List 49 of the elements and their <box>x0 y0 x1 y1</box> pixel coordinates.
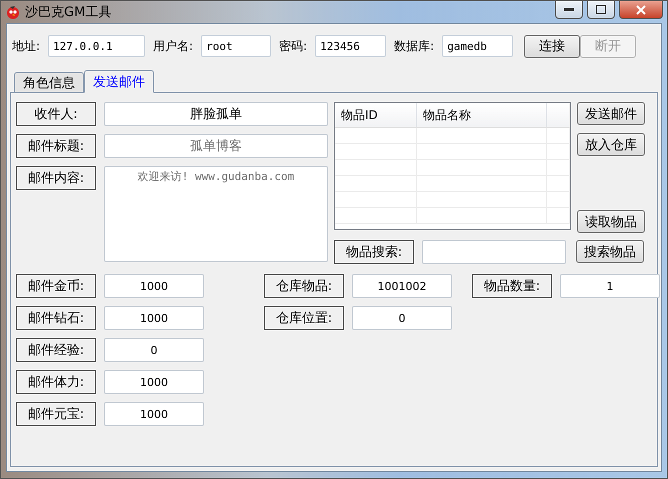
input-field[interactable]: 1000 <box>104 370 204 394</box>
field-label: 数据库: <box>394 38 434 54</box>
input-field[interactable]: 0 <box>352 306 452 330</box>
input-field[interactable]: 孤单博客 <box>104 134 328 158</box>
input-field[interactable]: gamedb <box>442 35 514 57</box>
action-button[interactable]: 放入仓库 <box>577 133 645 156</box>
field-label: 邮件金币: <box>16 274 96 298</box>
input-field[interactable]: 123456 <box>315 35 386 57</box>
field-label: 物品数量: <box>472 274 552 298</box>
field-label: 地址: <box>12 38 40 54</box>
search-button[interactable]: 搜索物品 <box>576 240 644 263</box>
field-label: 仓库位置: <box>264 306 344 330</box>
field-label: 邮件钻石: <box>16 306 96 330</box>
minimize-icon <box>564 8 574 12</box>
input-field[interactable]: 1000 <box>104 402 204 426</box>
input-field[interactable]: 1000 <box>104 274 204 298</box>
window-title: 沙巴克GM工具 <box>25 4 112 21</box>
field-label: 密码: <box>279 38 308 54</box>
input-field[interactable]: 0 <box>104 338 204 362</box>
field-label: 物品搜索: <box>334 240 414 264</box>
tab[interactable]: 发送邮件 <box>84 70 154 93</box>
input-field[interactable]: root <box>201 35 272 57</box>
bird-icon <box>5 4 21 20</box>
field-label: 仓库物品: <box>264 274 344 298</box>
field-label: 用户名: <box>153 38 194 54</box>
search-field[interactable] <box>422 240 566 264</box>
input-field[interactable]: 127.0.0.1 <box>48 35 146 57</box>
input-field[interactable]: 1001002 <box>352 274 452 298</box>
column-header: 物品名称 <box>417 103 547 127</box>
action-button[interactable]: 发送邮件 <box>577 102 645 125</box>
close-button[interactable] <box>619 1 663 19</box>
action-button[interactable]: 读取物品 <box>577 210 645 233</box>
column-header: 物品ID <box>335 103 417 127</box>
text-area[interactable]: 欢迎来访! www.gudanba.com <box>104 166 328 262</box>
connect-button[interactable]: 连接 <box>524 34 580 58</box>
input-field[interactable]: 1000 <box>104 306 204 330</box>
field-label: 邮件标题: <box>16 134 96 158</box>
field-label: 邮件经验: <box>16 338 96 362</box>
minimize-button[interactable] <box>555 1 583 19</box>
input-field[interactable]: 胖脸孤单 <box>104 102 328 126</box>
maximize-icon <box>596 5 606 14</box>
maximize-button[interactable] <box>587 1 615 19</box>
field-label: 邮件体力: <box>16 370 96 394</box>
field-label: 收件人: <box>16 102 96 126</box>
close-icon <box>636 4 646 14</box>
input-field[interactable]: 1 <box>560 274 660 298</box>
field-label: 邮件内容: <box>16 166 96 190</box>
tab[interactable]: 角色信息 <box>14 72 84 93</box>
field-label: 邮件元宝: <box>16 402 96 426</box>
